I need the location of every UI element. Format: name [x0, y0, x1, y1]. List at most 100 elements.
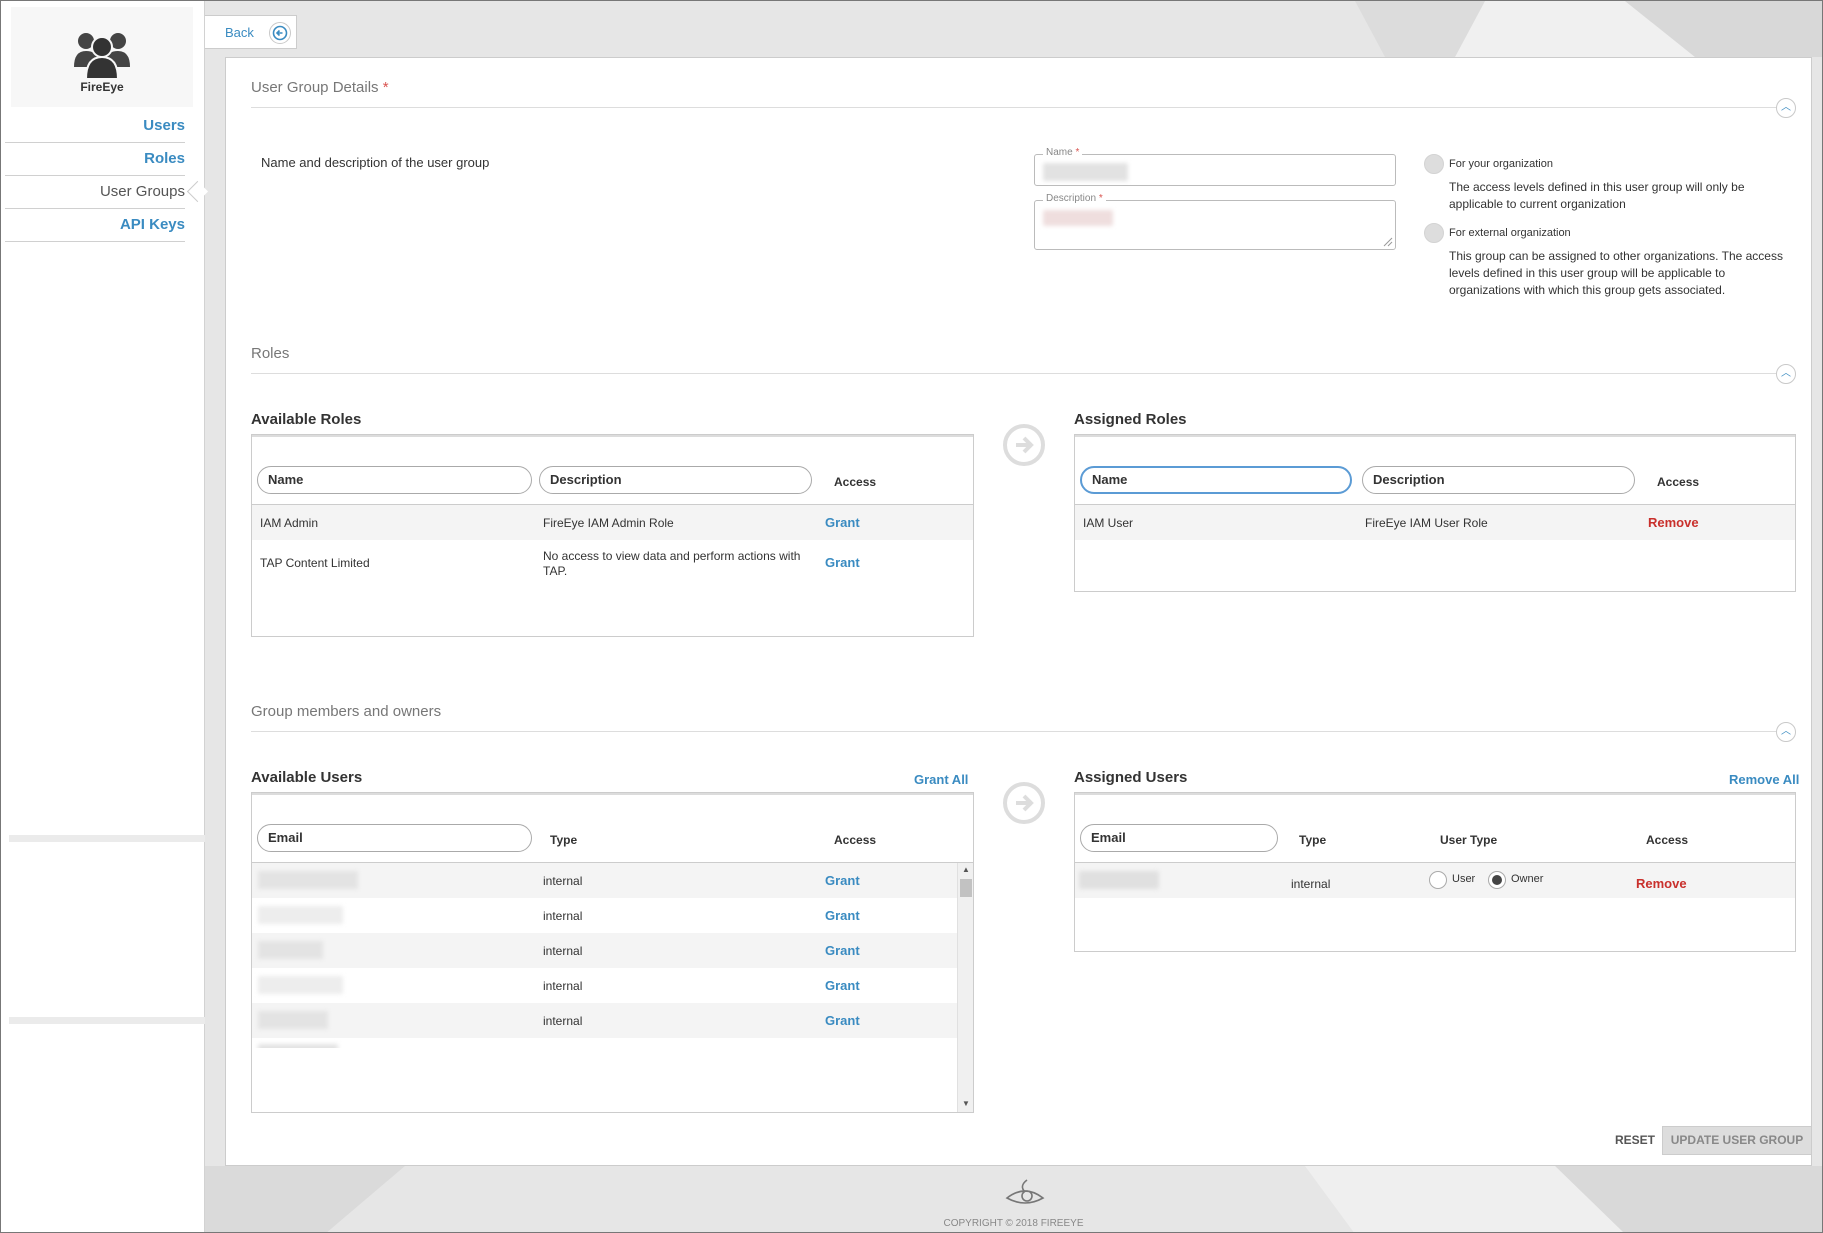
access-header: Access: [834, 475, 877, 489]
assigned-users-table: Email Type User Type Access internal Use…: [1074, 792, 1796, 952]
assigned-users-title: Assigned Users: [1074, 769, 1188, 786]
email-redacted: [258, 976, 343, 994]
filter-email-input[interactable]: Email: [1080, 824, 1278, 852]
reset-button[interactable]: RESET: [1615, 1133, 1655, 1147]
user-type: internal: [543, 1014, 583, 1028]
owner-radio[interactable]: [1488, 871, 1506, 889]
users-scrollbar[interactable]: ▲ ▼: [957, 863, 973, 1112]
email-redacted: [258, 1044, 338, 1048]
section-divider: [251, 731, 1794, 732]
owner-radio-label: Owner: [1511, 873, 1544, 885]
role-description: No access to view data and perform actio…: [543, 549, 801, 578]
section-title-details: User Group Details *: [251, 79, 389, 96]
remove-button[interactable]: Remove: [1648, 515, 1699, 530]
users-group-icon: [74, 33, 130, 80]
filter-description-input[interactable]: Description: [539, 466, 812, 494]
sidebar: FireEye Users Roles User Groups API Keys: [1, 1, 205, 1232]
grant-button[interactable]: Grant: [825, 555, 860, 570]
sidebar-item-users[interactable]: Users: [5, 110, 185, 143]
app-window: FireEye Users Roles User Groups API Keys…: [0, 0, 1823, 1233]
table-row: internal Grant: [252, 863, 957, 898]
details-intro: Name and description of the user group: [261, 155, 490, 170]
collapse-members-icon[interactable]: ︿: [1776, 722, 1796, 742]
grant-button[interactable]: Grant: [825, 978, 860, 993]
name-value-redacted: [1043, 163, 1128, 181]
filter-name-input[interactable]: Name: [257, 466, 532, 494]
grant-button[interactable]: Grant: [825, 908, 860, 923]
transfer-arrow-icon: [1003, 424, 1045, 466]
table-row: IAM Admin FireEye IAM Admin Role Grant: [252, 505, 973, 540]
role-description: FireEye IAM User Role: [1365, 516, 1488, 530]
sidebar-item-api-keys[interactable]: API Keys: [5, 209, 185, 242]
user-radio[interactable]: [1429, 871, 1447, 889]
user-type: internal: [1291, 877, 1331, 891]
grant-button[interactable]: Grant: [825, 873, 860, 888]
sidebar-nav: Users Roles User Groups API Keys: [5, 110, 185, 242]
scope-radio-own-org[interactable]: [1424, 154, 1444, 174]
user-type: internal: [543, 979, 583, 993]
scroll-thumb[interactable]: [960, 879, 972, 897]
table-row: internal Grant: [252, 933, 957, 968]
section-divider: [251, 107, 1794, 108]
scope-label-external-org: For external organization: [1449, 227, 1571, 239]
resize-handle-icon[interactable]: [1383, 237, 1393, 247]
section-title-members: Group members and owners: [251, 703, 442, 720]
section-title-roles: Roles: [251, 345, 290, 362]
collapse-roles-icon[interactable]: ︿: [1776, 364, 1796, 384]
available-roles-title: Available Roles: [251, 411, 362, 428]
table-row: IAM User FireEye IAM User Role Remove: [1075, 505, 1795, 540]
filter-email-input[interactable]: Email: [257, 824, 532, 852]
type-header: Type: [550, 833, 578, 847]
fireeye-logo: FireEye: [11, 7, 193, 107]
grant-all-button[interactable]: Grant All: [914, 772, 968, 787]
scope-label-own-org: For your organization: [1449, 158, 1553, 170]
table-row: internal Grant: [252, 898, 957, 933]
transfer-arrow-icon: [1003, 782, 1045, 824]
brand-name: FireEye: [80, 80, 124, 94]
remove-all-button[interactable]: Remove All: [1729, 772, 1799, 787]
scroll-up-icon[interactable]: ▲: [960, 864, 972, 876]
available-users-title: Available Users: [251, 769, 363, 786]
access-header: Access: [1646, 833, 1689, 847]
remove-button[interactable]: Remove: [1636, 876, 1687, 891]
available-roles-table: Name Description Access IAM Admin FireEy…: [251, 434, 974, 637]
required-mark: *: [382, 79, 389, 96]
table-top-border: [252, 793, 973, 795]
name-field[interactable]: Name *: [1034, 147, 1396, 186]
details-title: User Group Details: [251, 79, 379, 96]
back-link[interactable]: Back: [225, 25, 254, 40]
filter-name-input[interactable]: Name: [1080, 466, 1352, 494]
role-name: IAM User: [1083, 516, 1134, 530]
filter-description-input[interactable]: Description: [1362, 466, 1635, 494]
sidebar-item-user-groups[interactable]: User Groups: [5, 176, 185, 209]
fireeye-eye-logo-icon: [1005, 1179, 1045, 1204]
section-divider: [251, 373, 1794, 374]
table-row-partial: [252, 1038, 957, 1048]
user-type: internal: [543, 874, 583, 888]
table-top-border: [1075, 435, 1795, 437]
description-field[interactable]: Description *: [1034, 193, 1396, 250]
user-type: internal: [543, 909, 583, 923]
sidebar-divider: [9, 835, 205, 842]
sidebar-divider: [9, 1017, 205, 1024]
grant-button[interactable]: Grant: [825, 1013, 860, 1028]
description-field-label: Description *: [1043, 193, 1106, 204]
assigned-roles-table: Name Description Access IAM User FireEye…: [1074, 434, 1796, 592]
collapse-details-icon[interactable]: ︿: [1776, 98, 1796, 118]
grant-button[interactable]: Grant: [825, 515, 860, 530]
assigned-roles-title: Assigned Roles: [1074, 411, 1187, 428]
back-arrow-icon[interactable]: [269, 22, 291, 44]
table-row: internal Grant: [252, 1003, 957, 1038]
table-row: TAP Content Limited No access to view da…: [252, 540, 973, 585]
grant-button[interactable]: Grant: [825, 943, 860, 958]
user-type: internal: [543, 944, 583, 958]
sidebar-item-roles[interactable]: Roles: [5, 143, 185, 176]
scope-radio-external-org[interactable]: [1424, 223, 1444, 243]
user-radio-label: User: [1452, 873, 1476, 885]
email-redacted: [258, 871, 358, 889]
update-user-group-button[interactable]: UPDATE USER GROUP: [1662, 1126, 1812, 1155]
scope-desc-external-org: This group can be assigned to other orga…: [1449, 249, 1783, 297]
description-value-redacted: [1043, 210, 1113, 226]
scroll-down-icon[interactable]: ▼: [960, 1098, 972, 1110]
available-users-table: Email Type Access internal Grant interna…: [251, 792, 974, 1113]
